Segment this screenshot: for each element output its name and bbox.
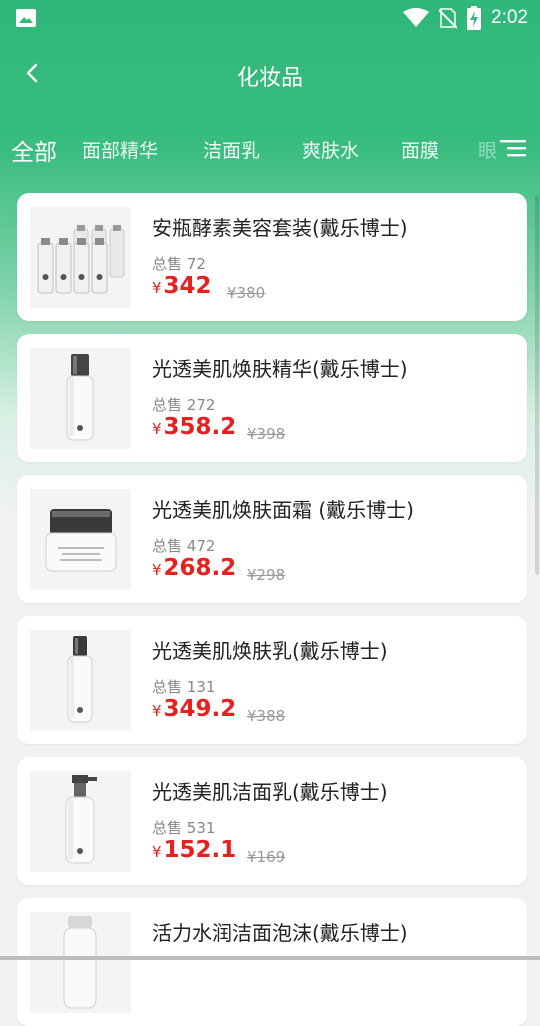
sold-count: 总售 72: [152, 255, 206, 273]
product-card[interactable]: 安瓶酵素美容套装(戴乐博士) 总售 72 ¥342 ¥380: [17, 193, 527, 321]
product-card[interactable]: 光透美肌洁面乳(戴乐博士) 总售 531 ¥152.1 ¥169: [17, 757, 527, 885]
tab-toner[interactable]: 爽肤水: [302, 136, 359, 163]
product-name: 活力水润洁面泡沫(戴乐博士): [152, 921, 408, 945]
sold-count: 总售 131: [152, 678, 216, 696]
tab-facial-essence[interactable]: 面部精华: [82, 136, 158, 163]
product-image: [30, 489, 131, 590]
product-card[interactable]: 光透美肌焕肤乳(戴乐博士) 总售 131 ¥349.2 ¥388: [17, 616, 527, 744]
bottom-edge: [0, 956, 540, 960]
hamburger-menu-icon: [500, 140, 526, 157]
sold-count: 总售 272: [152, 396, 216, 414]
tab-cleanser[interactable]: 洁面乳: [203, 136, 260, 163]
wifi-icon: [403, 8, 430, 27]
product-card[interactable]: 活力水润洁面泡沫(戴乐博士): [17, 898, 527, 1026]
image-icon: [16, 9, 36, 27]
tab-all[interactable]: 全部: [11, 136, 57, 167]
battery-charging-icon: [467, 6, 482, 30]
category-tabs: 全部 面部精华 洁面乳 爽肤水 面膜 眼: [0, 136, 500, 180]
no-sim-icon: [439, 8, 458, 29]
product-image: [30, 348, 131, 449]
product-image: [30, 771, 131, 872]
original-price: ¥380: [227, 284, 266, 302]
product-card[interactable]: 光透美肌焕肤精华(戴乐博士) 总售 272 ¥358.2 ¥398: [17, 334, 527, 462]
product-image: [30, 630, 131, 731]
sold-count: 总售 472: [152, 537, 216, 555]
product-price: ¥342: [152, 273, 212, 299]
product-name: 光透美肌焕肤精华(戴乐博士): [152, 357, 408, 381]
essence-bottle-image: [66, 354, 94, 441]
product-card[interactable]: 光透美肌焕肤面霜 (戴乐博士) 总售 472 ¥268.2 ¥298: [17, 475, 527, 603]
category-menu-button[interactable]: [500, 138, 528, 160]
cleanser-pump-image: [65, 775, 97, 864]
original-price: ¥169: [247, 848, 286, 866]
ampoule-set-image: [37, 225, 125, 294]
product-price: ¥349.2: [152, 696, 237, 722]
product-price: ¥268.2: [152, 555, 237, 581]
sold-count: 总售 531: [152, 819, 216, 837]
product-image: [30, 207, 131, 308]
product-name: 光透美肌焕肤乳(戴乐博士): [152, 639, 388, 663]
product-price: ¥152.1: [152, 837, 237, 863]
clock: 2:02: [491, 7, 528, 28]
product-name: 光透美肌洁面乳(戴乐博士): [152, 780, 388, 804]
product-name: 光透美肌焕肤面霜 (戴乐博士): [152, 498, 414, 522]
lotion-bottle-image: [67, 636, 93, 723]
original-price: ¥398: [247, 425, 286, 443]
product-image: [30, 912, 131, 1013]
cream-jar-image: [45, 509, 117, 572]
product-price: ¥358.2: [152, 414, 237, 440]
original-price: ¥298: [247, 566, 286, 584]
status-bar: 2:02: [0, 0, 540, 36]
scrollbar[interactable]: [535, 195, 539, 575]
tab-eye[interactable]: 眼: [478, 136, 497, 163]
original-price: ¥388: [247, 707, 286, 725]
page-title: 化妆品: [236, 66, 303, 91]
tab-mask[interactable]: 面膜: [401, 136, 439, 163]
product-name: 安瓶酵素美容套装(戴乐博士): [152, 216, 408, 240]
foam-bottle-image: [63, 916, 97, 1009]
